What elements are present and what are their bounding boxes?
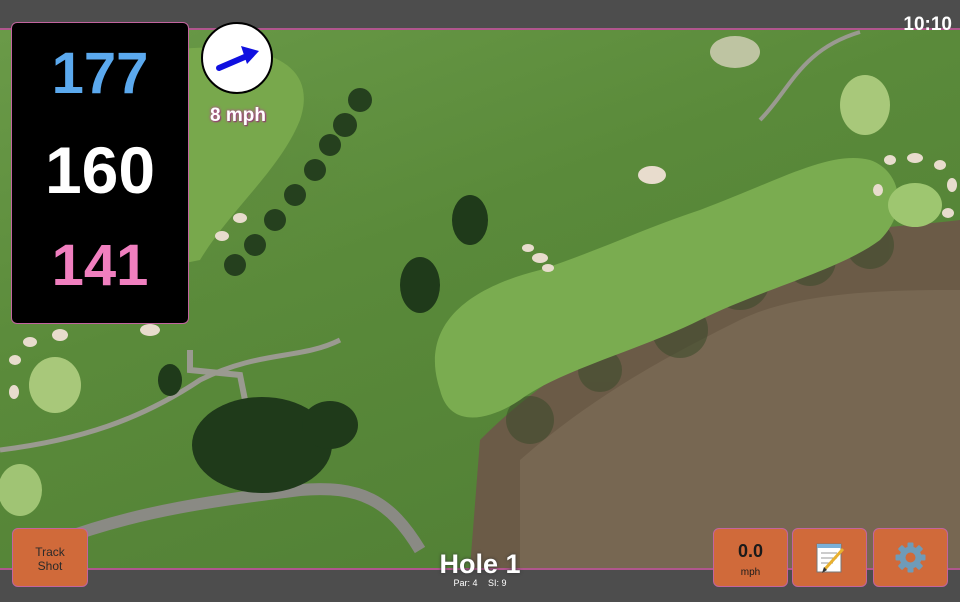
wind-speed-label: 8 mph xyxy=(210,105,266,126)
track-shot-button[interactable]: Track Shot xyxy=(12,528,88,587)
speed-value: 0.0 xyxy=(737,541,764,561)
notes-button[interactable] xyxy=(792,528,867,587)
speed-button[interactable]: 0.0 mph xyxy=(713,528,788,587)
settings-button[interactable] xyxy=(873,528,948,587)
track-shot-label-line2: Shot xyxy=(37,559,63,573)
speed-unit: mph xyxy=(740,567,761,578)
front-distance: 141 xyxy=(51,233,149,298)
hole-info: Par: 4 SI: 9 xyxy=(380,578,580,588)
back-distance: 177 xyxy=(51,41,149,106)
notepad-icon xyxy=(816,543,845,573)
distance-panel: 177 160 141 xyxy=(11,22,189,324)
hole-stroke-index: SI: 9 xyxy=(488,578,507,588)
track-shot-label-line1: Track xyxy=(35,545,65,559)
middle-distance: 160 xyxy=(44,133,156,207)
hole-title: Hole 1 xyxy=(439,549,521,579)
wind-dial xyxy=(201,22,273,94)
wind-arrow-icon xyxy=(216,46,259,71)
hole-par: Par: 4 xyxy=(453,578,478,588)
gear-icon xyxy=(895,542,926,573)
